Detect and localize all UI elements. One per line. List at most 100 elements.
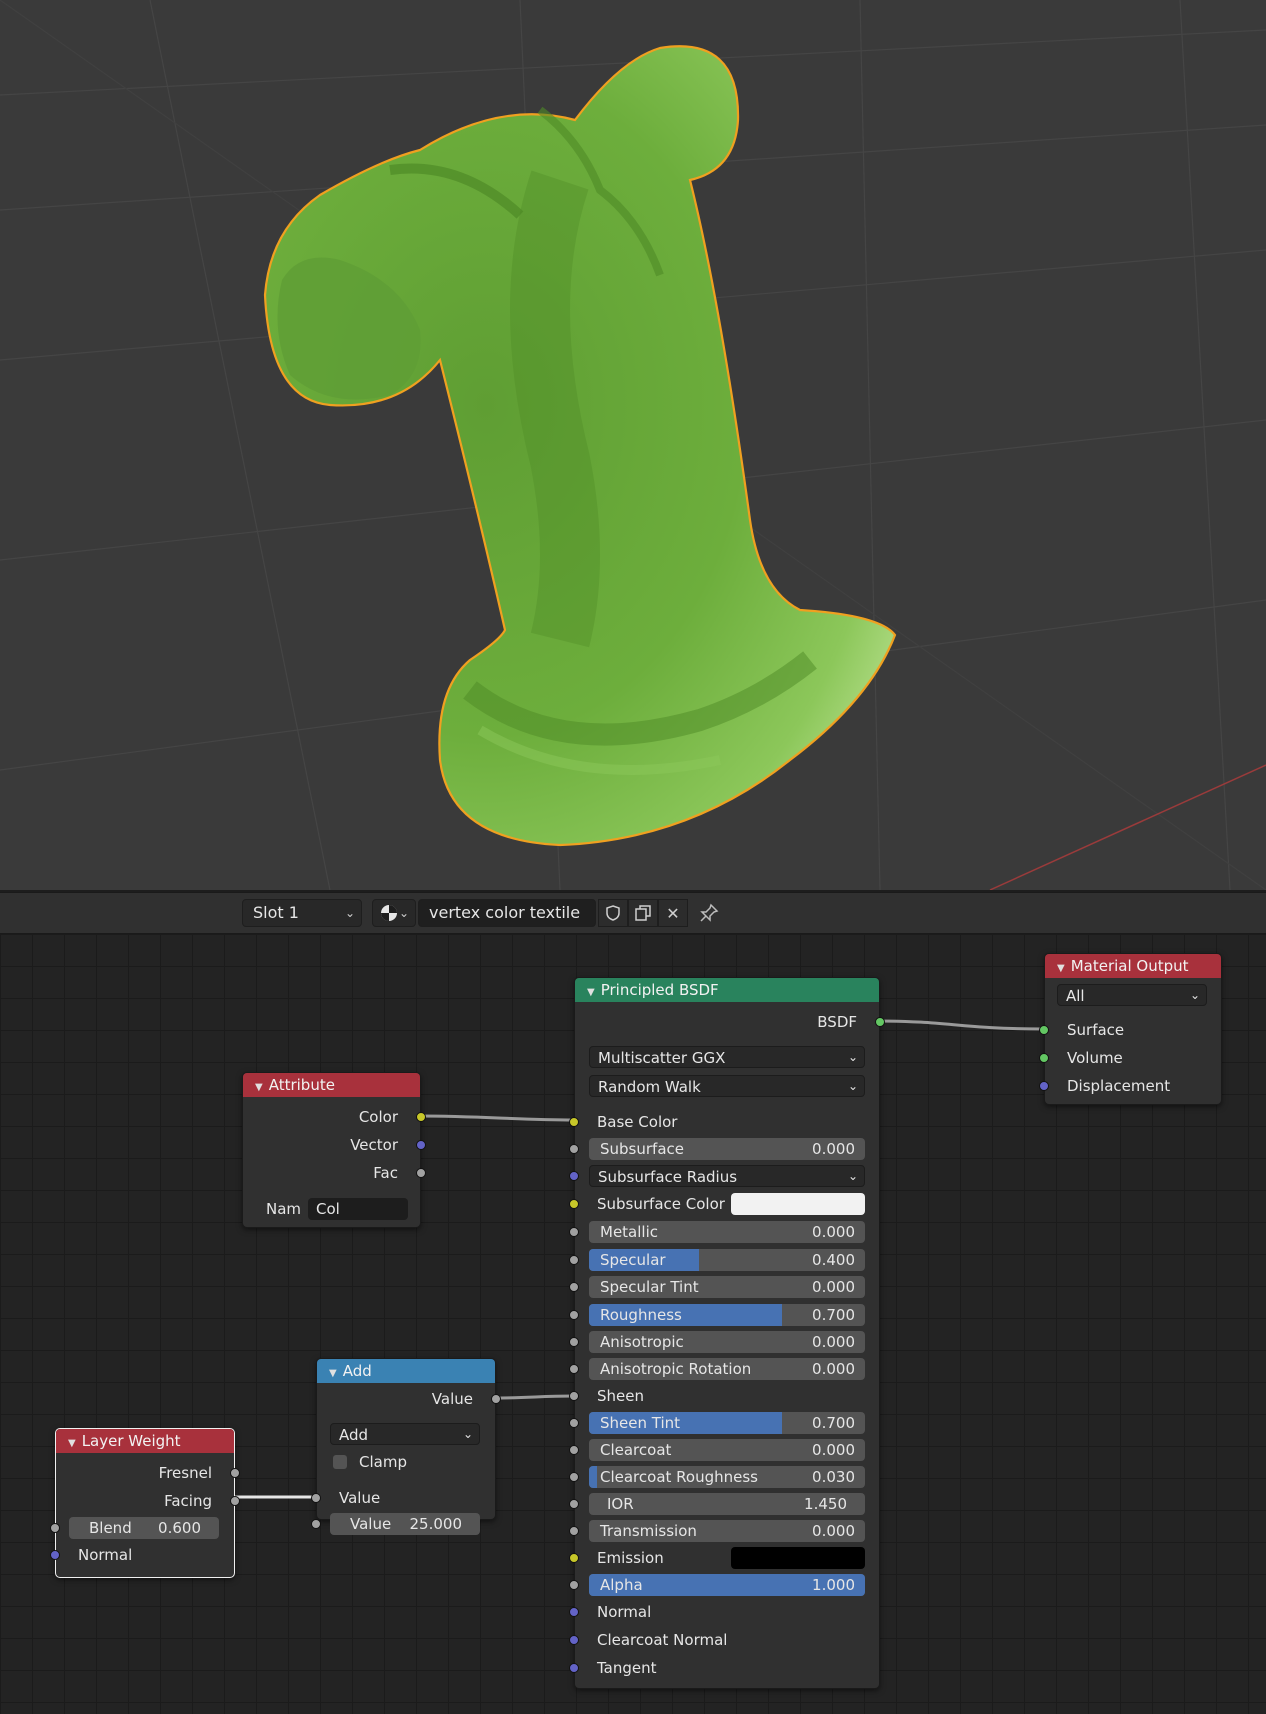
specular-field[interactable]: Specular 0.400 xyxy=(589,1249,865,1271)
socket-specular[interactable] xyxy=(569,1255,579,1265)
transmission-field[interactable]: Transmission 0.000 xyxy=(589,1520,865,1542)
socket-clearcoat[interactable] xyxy=(569,1445,579,1455)
subsurface-color-swatch[interactable] xyxy=(731,1193,865,1215)
blend-row: Blend 0.600 xyxy=(50,1516,234,1540)
socket-anisotropic-rotation[interactable] xyxy=(569,1364,579,1374)
pin-button[interactable] xyxy=(694,899,724,927)
socket-tangent[interactable] xyxy=(569,1663,579,1673)
socket-ior[interactable] xyxy=(569,1499,579,1509)
socket-bsdf[interactable] xyxy=(875,1017,885,1027)
socket-base-color[interactable] xyxy=(569,1117,579,1127)
socket-color[interactable] xyxy=(416,1112,426,1122)
node-header[interactable]: ▼ Add xyxy=(317,1359,495,1383)
field-value: 0.030 xyxy=(812,1468,855,1486)
socket-value-in-2[interactable] xyxy=(311,1519,321,1529)
node-editor-header: Slot 1 ⌄ ⌄ vertex color textile ✕ xyxy=(0,892,1266,934)
new-material-button[interactable] xyxy=(628,899,658,927)
specular-tint-field[interactable]: Specular Tint 0.000 xyxy=(589,1276,865,1298)
node-header[interactable]: ▼ Attribute xyxy=(243,1073,420,1097)
subsurface-method-dropdown[interactable]: Random Walk ⌄ xyxy=(589,1075,865,1097)
socket-normal[interactable] xyxy=(50,1550,60,1560)
input-volume: Volume xyxy=(1039,1046,1221,1070)
principled-bsdf-node[interactable]: ▼ Principled BSDF BSDF Multiscatter GGX ⌄… xyxy=(569,977,885,1689)
socket-blend[interactable] xyxy=(50,1523,60,1533)
socket-fresnel[interactable] xyxy=(230,1468,240,1478)
socket-subsurface[interactable] xyxy=(569,1144,579,1154)
material-name-field[interactable]: vertex color textile xyxy=(418,899,596,927)
socket-subsurface-color[interactable] xyxy=(569,1199,579,1209)
layer-weight-node[interactable]: ▼ Layer Weight Fresnel Facing Blend 0.600… xyxy=(50,1428,240,1578)
clamp-checkbox[interactable] xyxy=(333,1455,347,1469)
field-value: 0.700 xyxy=(812,1414,855,1432)
emission-swatch[interactable] xyxy=(731,1547,865,1569)
input-roughness: Roughness 0.700 xyxy=(569,1303,879,1327)
socket-value-in-1[interactable] xyxy=(311,1493,321,1503)
metallic-field[interactable]: Metallic 0.000 xyxy=(589,1221,865,1243)
socket-transmission[interactable] xyxy=(569,1526,579,1536)
name-label: Nam xyxy=(266,1200,302,1218)
socket-specular-tint[interactable] xyxy=(569,1282,579,1292)
input-transmission: Transmission 0.000 xyxy=(569,1519,879,1543)
anisotropic-rotation-field[interactable]: Anisotropic Rotation 0.000 xyxy=(589,1358,865,1380)
socket-clearcoat-roughness[interactable] xyxy=(569,1472,579,1482)
ior-field[interactable]: IOR 1.450 xyxy=(589,1493,865,1515)
dropdown-value: Random Walk xyxy=(598,1078,701,1096)
socket-alpha[interactable] xyxy=(569,1580,579,1590)
material-output-node[interactable]: ▼ Material Output All ⌄ Surface Volume Di… xyxy=(1039,953,1222,1105)
field-value: Col xyxy=(316,1200,340,1218)
link-add-sheen xyxy=(493,1394,575,1400)
sheen-tint-field[interactable]: Sheen Tint 0.700 xyxy=(589,1412,865,1434)
field-value: 0.000 xyxy=(812,1223,855,1241)
input-specular-tint: Specular Tint 0.000 xyxy=(569,1275,879,1299)
socket-sheen[interactable] xyxy=(569,1391,579,1401)
node-editor-canvas[interactable]: ▼ Principled BSDF BSDF Multiscatter GGX ⌄… xyxy=(0,934,1266,1714)
socket-subsurface-radius[interactable] xyxy=(569,1171,579,1181)
field-value: 1.450 xyxy=(804,1495,847,1513)
socket-displacement[interactable] xyxy=(1039,1081,1049,1091)
collapse-triangle-icon[interactable]: ▼ xyxy=(68,1438,76,1449)
socket-normal[interactable] xyxy=(569,1607,579,1617)
collapse-triangle-icon[interactable]: ▼ xyxy=(329,1368,337,1379)
subsurface-radius-dropdown[interactable]: Subsurface Radius ⌄ xyxy=(589,1165,865,1187)
socket-fac[interactable] xyxy=(416,1168,426,1178)
unlink-material-button[interactable]: ✕ xyxy=(658,899,688,927)
socket-facing[interactable] xyxy=(230,1496,240,1506)
collapse-triangle-icon[interactable]: ▼ xyxy=(255,1082,263,1093)
3d-viewport[interactable] xyxy=(0,0,1266,890)
math-add-node[interactable]: ▼ Add Value Add ⌄ Clamp Value Value 25.00… xyxy=(311,1358,501,1535)
socket-anisotropic[interactable] xyxy=(569,1337,579,1347)
operation-dropdown[interactable]: Add ⌄ xyxy=(330,1423,480,1445)
socket-metallic[interactable] xyxy=(569,1227,579,1237)
distribution-dropdown[interactable]: Multiscatter GGX ⌄ xyxy=(589,1046,865,1068)
fake-user-button[interactable] xyxy=(598,899,628,927)
output-label: Facing xyxy=(164,1492,212,1510)
socket-roughness[interactable] xyxy=(569,1310,579,1320)
target-dropdown[interactable]: All ⌄ xyxy=(1057,984,1207,1006)
collapse-triangle-icon[interactable]: ▼ xyxy=(587,987,595,998)
socket-clearcoat-normal[interactable] xyxy=(569,1635,579,1645)
node-header[interactable]: ▼ Layer Weight xyxy=(56,1429,234,1453)
slot-dropdown[interactable]: Slot 1 ⌄ xyxy=(242,899,362,927)
clearcoat-roughness-field[interactable]: Clearcoat Roughness 0.030 xyxy=(589,1466,865,1488)
socket-sheen-tint[interactable] xyxy=(569,1418,579,1428)
socket-value-out[interactable] xyxy=(491,1394,501,1404)
field-value: 0.000 xyxy=(812,1360,855,1378)
socket-emission[interactable] xyxy=(569,1553,579,1563)
alpha-field[interactable]: Alpha 1.000 xyxy=(589,1574,865,1596)
blend-field[interactable]: Blend 0.600 xyxy=(69,1517,219,1539)
socket-vector[interactable] xyxy=(416,1140,426,1150)
roughness-field[interactable]: Roughness 0.700 xyxy=(589,1304,865,1326)
collapse-triangle-icon[interactable]: ▼ xyxy=(1057,963,1065,974)
clearcoat-field[interactable]: Clearcoat 0.000 xyxy=(589,1439,865,1461)
field-label: Sheen Tint xyxy=(600,1414,681,1432)
attribute-name-field[interactable]: Col xyxy=(308,1198,408,1220)
value-field[interactable]: Value 25.000 xyxy=(330,1513,480,1535)
node-header[interactable]: ▼ Material Output xyxy=(1045,954,1221,978)
material-browse-button[interactable]: ⌄ xyxy=(372,899,416,927)
node-header[interactable]: ▼ Principled BSDF xyxy=(575,978,879,1002)
socket-surface[interactable] xyxy=(1039,1025,1049,1035)
subsurface-field[interactable]: Subsurface 0.000 xyxy=(589,1138,865,1160)
attribute-node[interactable]: ▼ Attribute Color Vector Fac Nam Col xyxy=(242,1072,426,1228)
anisotropic-field[interactable]: Anisotropic 0.000 xyxy=(589,1331,865,1353)
socket-volume[interactable] xyxy=(1039,1053,1049,1063)
